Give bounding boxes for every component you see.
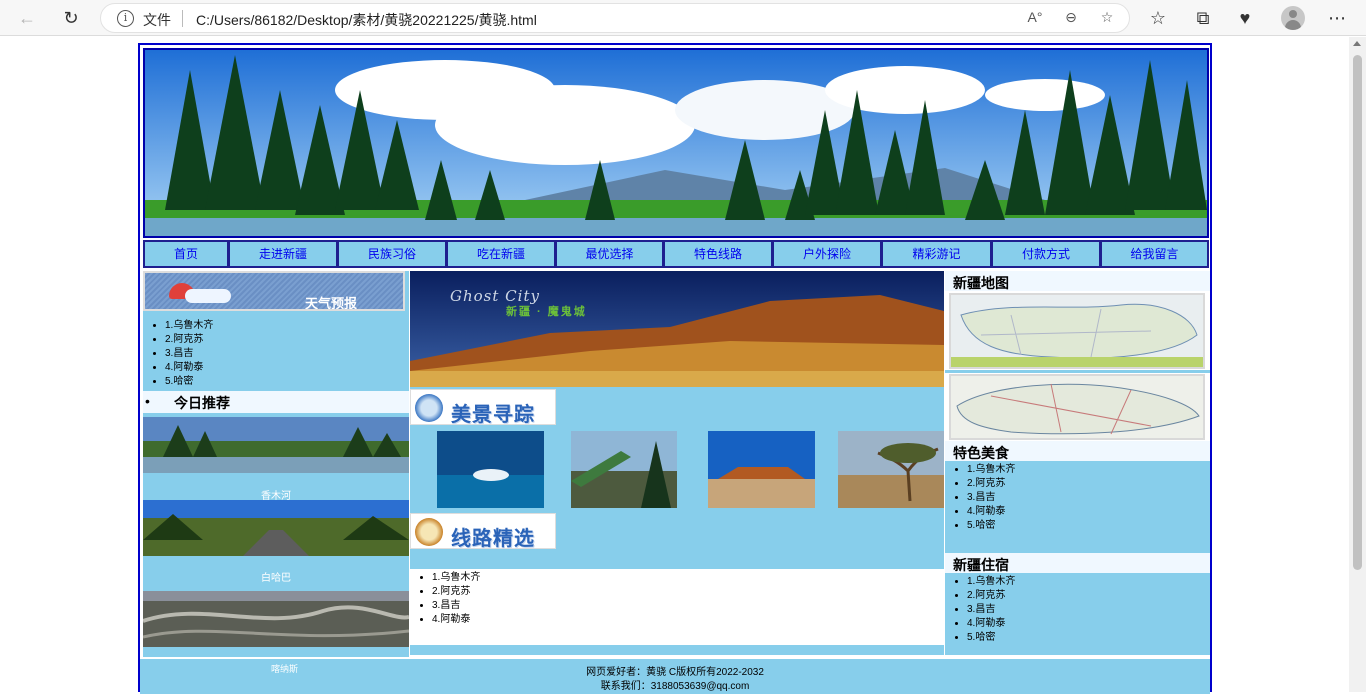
route-list: 1.乌鲁木齐 2.阿克苏 3.昌吉 4.阿勒泰 [410, 569, 944, 627]
list-item[interactable]: 1.乌鲁木齐 [967, 575, 1210, 589]
list-item[interactable]: 5.哈密 [967, 519, 1210, 533]
route-heading: 线路精选 [410, 513, 556, 550]
recommend-photo-valley[interactable] [143, 591, 409, 647]
header-banner-image [143, 48, 1209, 238]
nav-payment[interactable]: 付款方式 [991, 240, 1100, 268]
list-item[interactable]: 4.阿勒泰 [432, 613, 944, 627]
recommend-photo-road[interactable] [143, 500, 409, 556]
list-item[interactable]: 1.乌鲁木齐 [967, 463, 1210, 477]
center-divider [410, 645, 944, 655]
list-item[interactable]: 2.阿克苏 [432, 585, 944, 599]
nav-travel-notes[interactable]: 精彩游记 [881, 240, 991, 268]
health-icon[interactable]: ♥ [1234, 7, 1256, 29]
cloud-icon [185, 289, 231, 303]
file-label: 文件 [143, 12, 171, 28]
stay-list: 1.乌鲁木齐 2.阿克苏 3.昌吉 4.阿勒泰 5.哈密 [945, 573, 1210, 645]
banner-chinese-title: 新疆 · 魔鬼城 [506, 306, 587, 318]
nav-food[interactable]: 吃在新疆 [446, 240, 555, 268]
scenic-photo-3[interactable] [708, 431, 815, 508]
info-icon[interactable]: i [117, 10, 134, 27]
today-title: 今日推荐 [174, 395, 230, 411]
main-nav: 首页 走进新疆 民族习俗 吃在新疆 最优选择 特色线路 户外探险 精彩游记 付款… [143, 240, 1209, 268]
collections-icon[interactable]: ⧉ [1192, 7, 1214, 29]
stay-header: 新疆住宿 [945, 553, 1210, 573]
map-header: 新疆地图 [945, 271, 1210, 291]
map-title: 新疆地图 [953, 275, 1009, 291]
scenic-photo-1[interactable] [437, 431, 544, 508]
nav-customs[interactable]: 民族习俗 [337, 240, 446, 268]
right-sidebar: 新疆地图 特色美食 1.乌鲁木齐 2.阿克苏 3.昌吉 4.阿勒泰 5.哈密 [945, 271, 1210, 655]
left-sidebar: 天气预报 1.乌鲁木齐 2.阿克苏 3.昌吉 4.阿勒泰 5.哈密 • 今日推荐… [143, 271, 409, 691]
magnifier-icon [415, 394, 443, 422]
weather-title: 天气预报 [305, 296, 358, 311]
page-scrollbar[interactable] [1349, 37, 1366, 692]
nav-featured-routes[interactable]: 特色线路 [663, 240, 772, 268]
nav-best-choice[interactable]: 最优选择 [555, 240, 663, 268]
scenic-heading: 美景寻踪 [410, 389, 556, 426]
read-aloud-icon[interactable]: A° [1025, 9, 1045, 25]
food-list: 1.乌鲁木齐 2.阿克苏 3.昌吉 4.阿勒泰 5.哈密 [945, 461, 1210, 533]
scenic-section: 美景寻踪 线路精选 [410, 387, 944, 569]
zoom-icon[interactable]: ⊖ [1061, 9, 1081, 26]
route-title: 线路精选 [451, 526, 535, 550]
today-recommend-header: • 今日推荐 [143, 391, 409, 413]
list-item[interactable]: 2.阿克苏 [165, 333, 213, 347]
recommend-photo-lake[interactable] [143, 417, 409, 473]
address-bar[interactable]: i 文件 C:/Users/86182/Desktop/素材/黄骁2022122… [100, 3, 1130, 33]
favorites-icon[interactable]: ☆ [1147, 7, 1169, 29]
stay-title: 新疆住宿 [953, 557, 1009, 573]
browser-toolbar: ← ↻ i 文件 C:/Users/86182/Desktop/素材/黄骁202… [0, 0, 1366, 36]
scenic-photo-2[interactable] [571, 431, 677, 508]
page-container: 首页 走进新疆 民族习俗 吃在新疆 最优选择 特色线路 户外探险 精彩游记 付款… [138, 43, 1212, 694]
list-item[interactable]: 3.昌吉 [432, 599, 944, 613]
list-item[interactable]: 4.阿勒泰 [967, 617, 1210, 631]
list-item[interactable]: 2.阿克苏 [967, 477, 1210, 491]
profile-avatar[interactable] [1281, 6, 1305, 30]
stay-section: 1.乌鲁木齐 2.阿克苏 3.昌吉 4.阿勒泰 5.哈密 [945, 573, 1210, 655]
footer-copyright: 网页爱好者：黄骁 C版权所有2022-2032 [586, 667, 764, 678]
nav-intro-xinjiang[interactable]: 走进新疆 [228, 240, 337, 268]
main-content: Ghost City 新疆 · 魔鬼城 美景寻踪 线路精选 • 1.乌鲁木齐 •… [410, 271, 944, 691]
url-text[interactable]: C:/Users/86182/Desktop/素材/黄骁20221225/黄骁.… [196, 10, 537, 30]
list-item[interactable]: 1.乌鲁木齐 [432, 571, 944, 585]
scenic-title: 美景寻踪 [451, 402, 535, 426]
xinjiang-map-2[interactable] [949, 374, 1205, 440]
page-footer: 喀纳斯 网页爱好者：黄骁 C版权所有2022-2032 联系我们：3188053… [140, 657, 1210, 694]
xinjiang-map-1[interactable] [949, 293, 1205, 369]
back-arrow-icon[interactable]: ← [15, 6, 39, 30]
nav-home[interactable]: 首页 [143, 240, 228, 268]
list-item[interactable]: 5.哈密 [165, 375, 213, 389]
scroll-up-icon[interactable] [1353, 41, 1361, 46]
list-item[interactable]: 4.阿勒泰 [967, 505, 1210, 519]
food-header: 特色美食 [945, 441, 1210, 461]
scrollbar-thumb[interactable] [1353, 55, 1362, 570]
weather-header: 天气预报 [143, 271, 405, 311]
list-item[interactable]: 3.昌吉 [967, 603, 1210, 617]
photo-caption: 白哈巴 [261, 573, 291, 584]
map-divider [945, 370, 1210, 373]
nav-message[interactable]: 给我留言 [1100, 240, 1209, 268]
ghost-city-banner[interactable]: Ghost City 新疆 · 魔鬼城 [410, 271, 944, 387]
food-section: 1.乌鲁木齐 2.阿克苏 3.昌吉 4.阿勒泰 5.哈密 [945, 461, 1210, 553]
more-menu-icon[interactable]: ⋯ [1326, 7, 1348, 29]
list-item[interactable]: 5.哈密 [967, 631, 1210, 645]
scenic-photo-4[interactable] [838, 431, 944, 508]
list-item[interactable]: 1.乌鲁木齐 [165, 319, 213, 333]
nav-outdoor[interactable]: 户外探险 [772, 240, 881, 268]
food-title: 特色美食 [953, 445, 1009, 461]
address-separator [182, 10, 183, 27]
route-list-box: 1.乌鲁木齐 2.阿克苏 3.昌吉 4.阿勒泰 [410, 569, 944, 645]
compass-icon [415, 518, 443, 546]
weather-city-list: 1.乌鲁木齐 2.阿克苏 3.昌吉 4.阿勒泰 5.哈密 [143, 319, 213, 389]
footer-contact[interactable]: 联系我们：3188053639@qq.com [140, 677, 1210, 692]
list-item[interactable]: 2.阿克苏 [967, 589, 1210, 603]
list-item[interactable]: 3.昌吉 [165, 347, 213, 361]
bullet-icon: • [145, 393, 150, 409]
list-item[interactable]: 3.昌吉 [967, 491, 1210, 505]
add-favorite-icon[interactable]: ☆ [1097, 9, 1117, 26]
reload-icon[interactable]: ↻ [59, 6, 83, 30]
list-item[interactable]: 4.阿勒泰 [165, 361, 213, 375]
